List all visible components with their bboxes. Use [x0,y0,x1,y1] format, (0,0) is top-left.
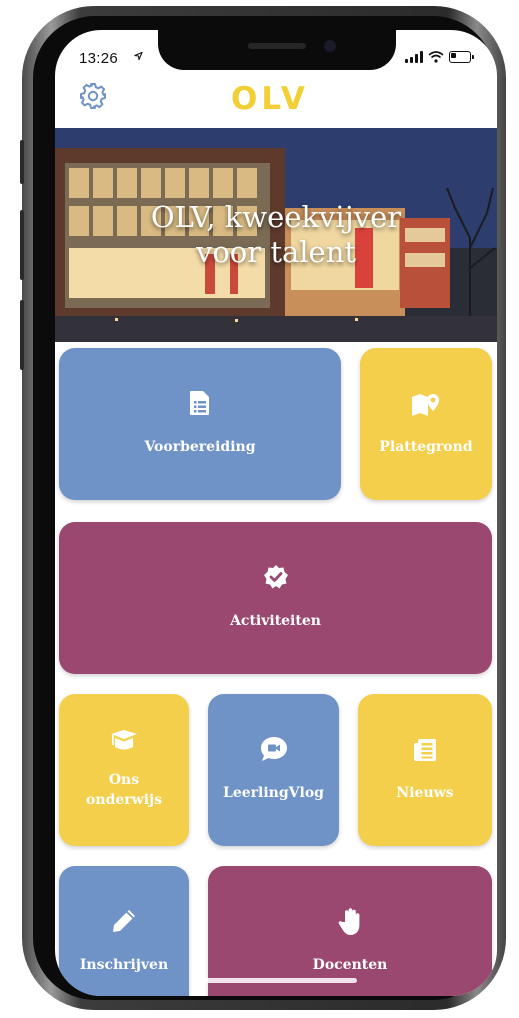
hero-title-line2: voor talent [195,235,357,270]
status-icons [405,51,474,63]
tile-label-line2: onderwijs [86,792,162,809]
verified-badge-icon [263,565,288,589]
hero-banner: OLV, kweekvijver voor talent [55,128,497,342]
tile-label: Nieuws [396,785,454,801]
notch [158,30,396,70]
document-list-icon [190,391,209,415]
tile-label-line1: Ons [108,772,140,788]
pencil-icon [113,910,135,932]
map-pin-icon [412,394,439,416]
tile-plattegrond[interactable]: Plattegrond [360,348,492,500]
tile-activiteiten[interactable]: Activiteiten [59,522,492,674]
newspaper-icon [414,739,436,761]
gear-icon[interactable] [79,82,107,110]
signal-icon [405,51,423,63]
tile-nieuws[interactable]: Nieuws [358,694,492,846]
mute-switch [20,140,24,184]
tile-label: Activiteiten [230,613,321,629]
battery-icon [449,51,474,63]
tile-label: Voorbereiding [144,439,256,455]
tile-label: LeerlingVlog [223,785,324,801]
tile-voorbereiding[interactable]: Voorbereiding [59,348,341,500]
wifi-icon [428,51,444,63]
app-logo: OLV [231,81,309,117]
tile-label: Inschrijven [79,957,169,973]
tile-ons-onderwijs[interactable]: Ons onderwijs [59,694,189,846]
tile-leerlingvlog[interactable]: LeerlingVlog [208,694,339,846]
volume-up-button [20,210,24,280]
status-time: 13:26 [79,50,119,67]
hand-icon [338,908,360,935]
front-camera [324,40,336,52]
home-indicator[interactable] [195,978,357,983]
volume-down-button [20,300,24,370]
hero-title-line1: OLV, kweekvijver [150,200,402,234]
tile-docenten[interactable]: Docenten [208,866,492,996]
hero-title: OLV, kweekvijver voor talent [55,200,497,271]
tile-label: Plattegrond [379,439,473,455]
tile-inschrijven[interactable]: Inschrijven [59,866,189,996]
video-chat-icon [260,737,287,761]
location-arrow-icon [134,51,143,61]
tile-label: Ons onderwijs [59,770,189,811]
graduation-cap-icon [111,730,137,750]
speaker-grille [248,43,306,49]
app-screen: 13:26 OLV OLV, kweekvijver voor talent V… [55,30,497,996]
tile-label: Docenten [312,957,388,973]
